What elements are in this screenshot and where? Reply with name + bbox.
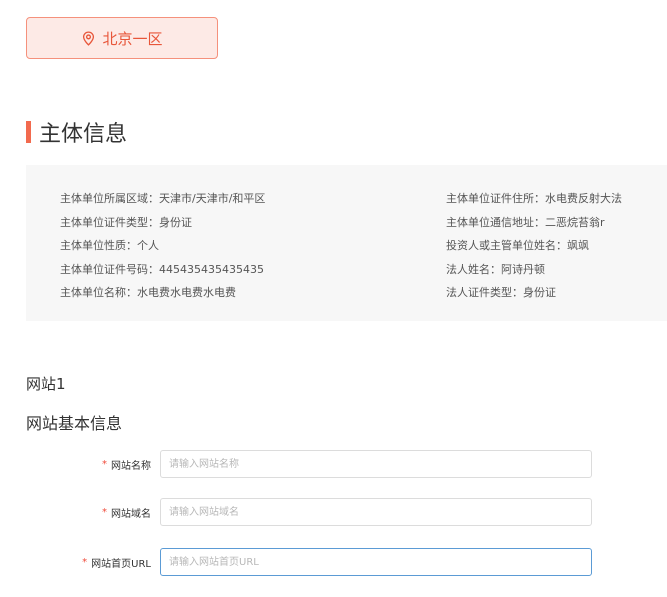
info-legal-person-id-type: 法人证件类型：身份证 <box>446 286 556 299</box>
website-index-label: 网站1 <box>26 375 66 393</box>
info-id-address: 主体单位证件住所：水电费反射大法 <box>446 192 622 205</box>
section-title: 主体信息 <box>26 116 127 148</box>
region-label: 北京一区 <box>102 29 163 48</box>
section-title-accent-bar <box>26 121 31 143</box>
required-mark: * <box>102 506 107 518</box>
website-domain-row: * 网站域名 <box>0 498 667 526</box>
required-mark: * <box>102 458 107 470</box>
location-pin-icon <box>81 30 96 46</box>
website-homepage-url-label-text: 网站首页URL <box>91 558 151 570</box>
info-region: 主体单位所属区域：天津市/天津市/和平区 <box>60 192 266 205</box>
required-mark: * <box>82 556 88 568</box>
info-legal-person-name: 法人姓名：阿诗丹顿 <box>446 262 545 276</box>
info-id-type: 主体单位证件类型：身份证 <box>60 215 192 229</box>
website-name-row: * 网站名称 <box>0 450 667 478</box>
website-name-label-text: 网站名称 <box>111 460 151 472</box>
entity-info-right-column: 主体单位证件住所：水电费反射大法 主体单位通信地址：二恶烷苔翁r 投资人或主管单… <box>446 187 622 305</box>
section-title-text: 主体信息 <box>39 122 128 147</box>
website-homepage-url-input[interactable] <box>160 548 592 576</box>
website-homepage-url-row: * 网站首页URL <box>0 548 667 576</box>
info-mail-address: 主体单位通信地址：二恶烷苔翁r <box>446 215 605 229</box>
info-entity-name: 主体单位名称：水电费水电费水电费 <box>60 286 236 299</box>
website-name-label: * 网站名称 <box>102 450 151 478</box>
info-nature: 主体单位性质：个人 <box>60 239 159 252</box>
website-homepage-url-label: * 网站首页URL <box>82 548 151 576</box>
website-name-input[interactable] <box>160 450 592 478</box>
entity-info-panel: 主体单位所属区域：天津市/天津市/和平区 主体单位证件类型：身份证 主体单位性质… <box>26 165 667 321</box>
website-domain-label-text: 网站域名 <box>111 508 151 520</box>
info-investor-name: 投资人或主管单位姓名：飒飒 <box>446 239 589 252</box>
info-id-number: 主体单位证件号码：445435435435435 <box>60 262 264 276</box>
website-domain-label: * 网站域名 <box>102 498 151 526</box>
website-domain-input[interactable] <box>160 498 592 526</box>
region-selector-button[interactable]: 北京一区 <box>26 17 218 59</box>
entity-info-left-column: 主体单位所属区域：天津市/天津市/和平区 主体单位证件类型：身份证 主体单位性质… <box>60 187 265 305</box>
website-basic-info-title: 网站基本信息 <box>26 414 123 433</box>
